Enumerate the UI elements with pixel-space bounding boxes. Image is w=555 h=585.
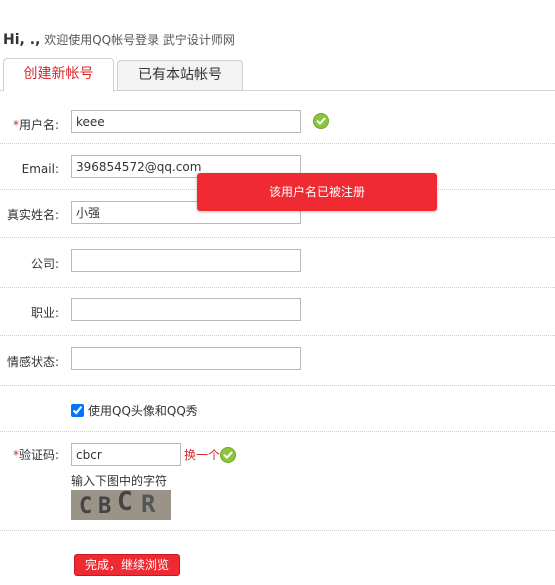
job-input[interactable] <box>71 298 301 321</box>
use-qq-avatar-label: 使用QQ头像和QQ秀 <box>88 404 198 418</box>
job-label: 职业: <box>30 306 59 320</box>
form-row-company: 公司: <box>0 238 555 288</box>
greeting-welcome: 欢迎使用QQ帐号登录 武宁设计师网 <box>44 33 235 47</box>
form-row-relationship: 情感状态: <box>0 336 555 386</box>
company-label: 公司: <box>30 257 59 271</box>
use-qq-avatar-option[interactable]: 使用QQ头像和QQ秀 <box>71 402 198 419</box>
use-qq-avatar-checkbox[interactable] <box>71 404 84 417</box>
form-row-job: 职业: <box>0 288 555 336</box>
form-row-username: *用户名: <box>0 96 555 144</box>
tab-existing-account[interactable]: 已有本站帐号 <box>117 60 243 91</box>
greeting-hi: Hi, ., <box>3 32 41 48</box>
checkmark-circle-icon <box>313 113 329 129</box>
captcha-label: *验证码: <box>12 448 59 462</box>
realname-label: 真实姓名: <box>6 208 59 222</box>
tab-create-account[interactable]: 创建新帐号 <box>3 58 114 92</box>
tab-bar: 创建新帐号 已有本站帐号 <box>0 58 555 92</box>
captcha-image: C B C R <box>71 490 171 520</box>
relationship-input[interactable] <box>71 347 301 370</box>
captcha-refresh-link[interactable]: 换一个 <box>184 446 220 463</box>
checkmark-circle-icon <box>220 447 236 463</box>
greeting: Hi, ., 欢迎使用QQ帐号登录 武宁设计师网 <box>3 31 235 48</box>
error-toast: 该用户名已被注册 <box>197 173 437 211</box>
username-input[interactable] <box>71 110 301 133</box>
relationship-label: 情感状态: <box>6 355 59 369</box>
username-label: *用户名: <box>12 118 59 132</box>
captcha-input[interactable] <box>71 443 181 466</box>
submit-button[interactable]: 完成，继续浏览 <box>74 554 180 576</box>
email-label: Email: <box>21 162 59 176</box>
company-input[interactable] <box>71 249 301 272</box>
captcha-hint: 输入下图中的字符 <box>71 474 168 488</box>
